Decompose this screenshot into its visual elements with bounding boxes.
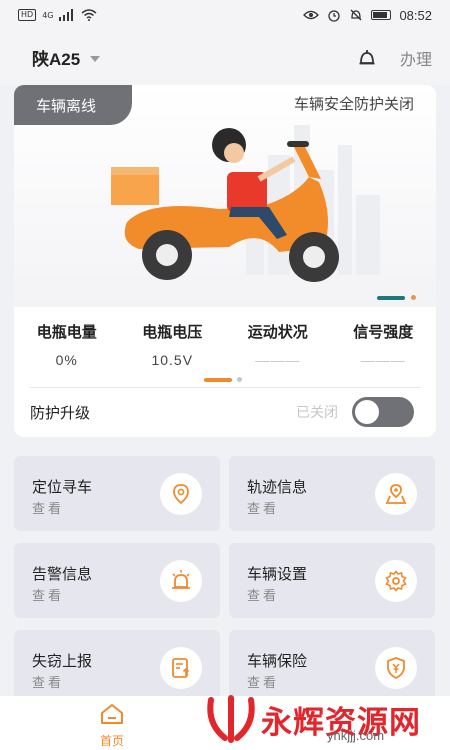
location-pin-icon	[160, 473, 202, 515]
stat-label: 运动状况	[247, 323, 308, 341]
stat-label: 电瓶电量	[36, 323, 97, 341]
mute-bell-icon	[350, 9, 362, 21]
vehicle-banner[interactable]: 车辆离线 车辆安全防护关闭	[14, 85, 436, 307]
eye-icon	[303, 10, 320, 20]
stat-value: ———	[255, 352, 301, 368]
tile-view-link: 查看	[32, 676, 65, 691]
tile-view-link: 查看	[247, 676, 280, 691]
protection-status-text: 车辆安全防护关闭	[293, 95, 414, 113]
page-dot	[237, 377, 242, 382]
banner-carousel-indicator	[377, 295, 416, 300]
stat-label: 信号强度	[353, 323, 414, 341]
tile-view-link: 查看	[32, 589, 65, 604]
tile-view-link: 查看	[247, 589, 280, 604]
stat-value: ———	[360, 352, 406, 368]
tile-view-link: 查看	[32, 502, 65, 517]
map-pin-icon	[375, 473, 417, 515]
stats-page-indicator	[204, 377, 242, 382]
toggle-knob	[355, 400, 379, 424]
signal-icon	[59, 9, 74, 21]
offline-status-tag: 车辆离线	[14, 85, 132, 125]
watermark: 永辉资源网	[205, 694, 421, 744]
protect-upgrade-toggle[interactable]	[352, 397, 414, 427]
tile-title: 车辆保险	[247, 652, 308, 670]
stat-value: 10.5V	[151, 352, 194, 368]
bell-icon[interactable]	[356, 47, 378, 69]
status-bar: HD 4G 08:52	[0, 0, 450, 30]
vehicle-plate-selector[interactable]: 陕A25	[32, 45, 80, 70]
wifi-icon	[81, 9, 97, 21]
alarm-clock-icon	[328, 10, 341, 22]
stat-battery-level: 电瓶电量 0%	[14, 321, 120, 370]
page-dot-active	[204, 377, 232, 382]
app-header: 陕A25 办理	[0, 30, 450, 85]
tile-alarm-info[interactable]: 告警信息 查看	[14, 543, 220, 618]
stat-signal-strength: 信号强度 ———	[331, 321, 437, 370]
tile-title: 定位寻车	[32, 478, 93, 496]
protect-upgrade-state: 已关闭	[296, 405, 338, 421]
tile-title: 告警信息	[32, 565, 93, 583]
vehicle-stats: 电瓶电量 0% 电瓶电压 10.5V 运动状况 ——— 信号强度 ———	[14, 321, 436, 370]
carousel-dot	[411, 295, 416, 300]
nav-home-label: 首页	[99, 734, 124, 748]
protect-upgrade-label: 防护升级	[30, 403, 91, 422]
tile-title: 车辆设置	[247, 565, 308, 583]
tile-title: 失窃上报	[32, 652, 93, 670]
tile-track-info[interactable]: 轨迹信息 查看	[229, 456, 435, 531]
stat-value: 0%	[55, 352, 78, 368]
delivery-scooter-illustration	[111, 128, 339, 282]
divider	[30, 387, 420, 388]
report-upload-icon	[160, 647, 202, 689]
clock: 08:52	[399, 7, 432, 23]
tile-view-link: 查看	[247, 502, 280, 517]
carousel-dot-active	[377, 295, 405, 300]
signal-label: 4G	[42, 10, 54, 20]
tile-locate-vehicle[interactable]: 定位寻车 查看	[14, 456, 220, 531]
chevron-down-icon[interactable]	[90, 55, 101, 62]
nav-home-tab[interactable]: 首页	[92, 702, 132, 749]
vehicle-status-card: 车辆离线 车辆安全防护关闭 电瓶电量 0% 电瓶电压 10.5V 运动状况 ——…	[14, 85, 436, 437]
tile-title: 轨迹信息	[247, 478, 308, 496]
battery-icon	[371, 10, 392, 20]
gear-icon	[375, 560, 417, 602]
manage-button[interactable]: 办理	[400, 46, 432, 70]
stat-battery-voltage: 电瓶电压 10.5V	[120, 321, 226, 370]
hd-badge: HD	[18, 9, 37, 21]
watermark-url: yhkjjj.com	[327, 728, 385, 743]
tile-theft-report[interactable]: 失窃上报 查看	[14, 630, 220, 705]
alarm-siren-icon	[160, 560, 202, 602]
protect-upgrade-row: 防护升级 已关闭	[30, 397, 414, 427]
home-icon	[101, 704, 123, 724]
insurance-shield-icon	[375, 647, 417, 689]
watermark-logo	[207, 695, 255, 743]
stat-label: 电瓶电压	[142, 323, 203, 341]
stat-motion-status: 运动状况 ———	[225, 321, 331, 370]
tile-vehicle-settings[interactable]: 车辆设置 查看	[229, 543, 435, 618]
